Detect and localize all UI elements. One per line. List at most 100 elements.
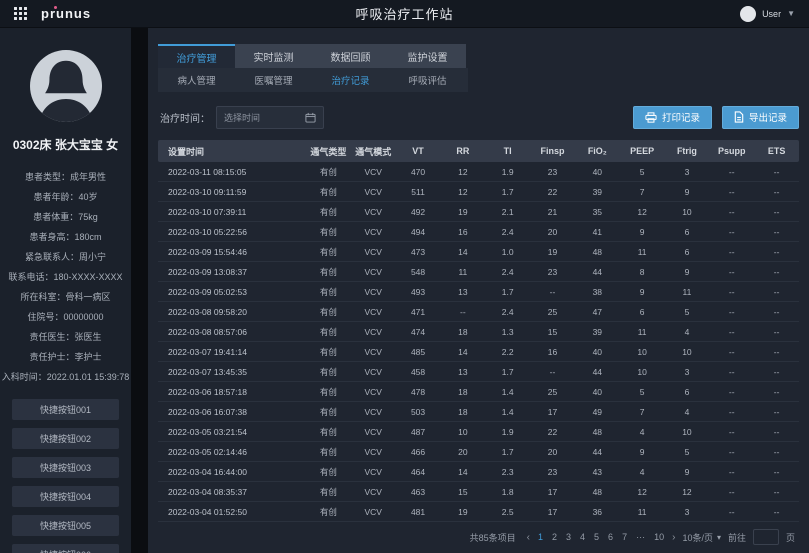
table-row[interactable]: 2022-03-09 13:08:37有创VCV548112.4234489--… <box>158 262 799 282</box>
subtab-治疗记录[interactable]: 治疗记录 <box>312 68 389 92</box>
table-cell: 22 <box>530 427 575 437</box>
table-row[interactable]: 2022-03-08 08:57:06有创VCV474181.31539114-… <box>158 322 799 342</box>
table-body: 2022-03-11 08:15:05有创VCV470121.9234053--… <box>158 162 799 522</box>
app-grid-icon[interactable] <box>14 7 27 20</box>
table-cell: 5 <box>665 447 710 457</box>
table-cell: 2022-03-04 16:44:00 <box>158 467 306 477</box>
table-cell: 6 <box>620 307 665 317</box>
tab-治疗管理[interactable]: 治疗管理 <box>158 44 235 68</box>
quick-button[interactable]: 快捷按钮006 <box>12 544 119 553</box>
page-button-6[interactable]: 6 <box>607 532 614 542</box>
table-cell: 40 <box>575 347 620 357</box>
table-cell: 473 <box>396 247 441 257</box>
tab-数据回顾[interactable]: 数据回顾 <box>312 44 389 68</box>
table-cell: 23 <box>530 167 575 177</box>
user-label: User <box>762 9 781 19</box>
table-row[interactable]: 2022-03-04 16:44:00有创VCV464142.3234349--… <box>158 462 799 482</box>
table-cell: 17 <box>530 507 575 517</box>
table-cell: 2022-03-10 09:11:59 <box>158 187 306 197</box>
print-record-button[interactable]: 打印记录 <box>633 106 712 129</box>
page-title: 呼吸治疗工作站 <box>0 4 809 23</box>
page-button-4[interactable]: 4 <box>579 532 586 542</box>
table-cell: 23 <box>530 267 575 277</box>
table-row[interactable]: 2022-03-07 19:41:14有创VCV485142.216401010… <box>158 342 799 362</box>
table-cell: 481 <box>396 507 441 517</box>
table-row[interactable]: 2022-03-10 05:22:56有创VCV494162.4204196--… <box>158 222 799 242</box>
page-size-label: 10条/页 <box>682 531 713 544</box>
table-cell: 2022-03-05 02:14:46 <box>158 447 306 457</box>
table-row[interactable]: 2022-03-11 08:15:05有创VCV470121.9234053--… <box>158 162 799 182</box>
table-row[interactable]: 2022-03-10 09:11:59有创VCV511121.7223979--… <box>158 182 799 202</box>
table-cell: 3 <box>665 367 710 377</box>
table-cell: -- <box>754 207 799 217</box>
user-avatar <box>740 6 756 22</box>
table-row[interactable]: 2022-03-09 15:54:46有创VCV473141.01948116-… <box>158 242 799 262</box>
table-cell: 14 <box>440 247 485 257</box>
table-cell: VCV <box>351 167 396 177</box>
table-cell: 1.4 <box>485 407 530 417</box>
table-cell: 485 <box>396 347 441 357</box>
table-cell: 478 <box>396 387 441 397</box>
goto-page-input[interactable] <box>753 529 779 545</box>
subtab-病人管理[interactable]: 病人管理 <box>158 68 235 92</box>
table-cell: 2022-03-11 08:15:05 <box>158 167 306 177</box>
page-button-1[interactable]: 1 <box>537 532 544 542</box>
table-cell: VCV <box>351 327 396 337</box>
table-cell: 458 <box>396 367 441 377</box>
date-picker-input[interactable]: 选择时间 <box>216 106 324 129</box>
table-row[interactable]: 2022-03-05 02:14:46有创VCV466201.7204495--… <box>158 442 799 462</box>
quick-button[interactable]: 快捷按钮002 <box>12 428 119 449</box>
export-record-button[interactable]: 导出记录 <box>722 106 799 129</box>
table-cell: 20 <box>530 227 575 237</box>
page-size-select[interactable]: 10条/页 ▾ <box>682 531 721 544</box>
table-row[interactable]: 2022-03-09 05:02:53有创VCV493131.7--38911-… <box>158 282 799 302</box>
column-header: FiO₂ <box>575 146 620 156</box>
chevron-down-icon: ▾ <box>717 533 721 542</box>
table-cell: -- <box>754 327 799 337</box>
page-button-7[interactable]: 7 <box>621 532 628 542</box>
table-row[interactable]: 2022-03-06 16:07:38有创VCV503181.4174974--… <box>158 402 799 422</box>
table-row[interactable]: 2022-03-04 01:52:50有创VCV481192.51736113-… <box>158 502 799 522</box>
subtab-呼吸评估[interactable]: 呼吸评估 <box>389 68 466 92</box>
column-header: Finsp <box>530 146 575 156</box>
table-cell: 471 <box>396 307 441 317</box>
table-cell: 有创 <box>306 326 351 338</box>
patient-info-line: 患者身高：180cm <box>29 227 101 247</box>
user-menu[interactable]: User ▼ <box>740 6 795 22</box>
table-row[interactable]: 2022-03-07 13:45:35有创VCV458131.7--44103-… <box>158 362 799 382</box>
page-button-3[interactable]: 3 <box>565 532 572 542</box>
table-row[interactable]: 2022-03-10 07:39:11有创VCV492192.121351210… <box>158 202 799 222</box>
table-cell: -- <box>754 247 799 257</box>
table-cell: 18 <box>440 327 485 337</box>
table-cell: 1.7 <box>485 367 530 377</box>
table-cell: -- <box>709 187 754 197</box>
tab-监护设置[interactable]: 监护设置 <box>389 44 466 68</box>
table-cell: 466 <box>396 447 441 457</box>
quick-button[interactable]: 快捷按钮003 <box>12 457 119 478</box>
table-row[interactable]: 2022-03-05 03:21:54有创VCV487101.92248410-… <box>158 422 799 442</box>
table-row[interactable]: 2022-03-08 09:58:20有创VCV471--2.4254765--… <box>158 302 799 322</box>
page-button-10[interactable]: 10 <box>653 532 665 542</box>
next-page-button[interactable]: › <box>672 532 675 543</box>
table-cell: 2022-03-10 05:22:56 <box>158 227 306 237</box>
table-cell: -- <box>754 487 799 497</box>
page-button-2[interactable]: 2 <box>551 532 558 542</box>
page-button-5[interactable]: 5 <box>593 532 600 542</box>
tab-实时监测[interactable]: 实时监测 <box>235 44 312 68</box>
table-cell: 2.2 <box>485 347 530 357</box>
prev-page-button[interactable]: ‹ <box>527 532 530 543</box>
subtab-医嘱管理[interactable]: 医嘱管理 <box>235 68 312 92</box>
table-row[interactable]: 2022-03-04 08:35:37有创VCV463151.817481212… <box>158 482 799 502</box>
table-cell: 9 <box>620 287 665 297</box>
print-record-label: 打印记录 <box>662 110 700 124</box>
table-cell: VCV <box>351 187 396 197</box>
quick-button[interactable]: 快捷按钮001 <box>12 399 119 420</box>
table-row[interactable]: 2022-03-06 18:57:18有创VCV478181.4254056--… <box>158 382 799 402</box>
quick-button[interactable]: 快捷按钮004 <box>12 486 119 507</box>
table-cell: 25 <box>530 387 575 397</box>
chevron-down-icon: ▼ <box>787 9 795 18</box>
table-cell: 10 <box>620 367 665 377</box>
table-cell: 10 <box>440 427 485 437</box>
table-cell: 10 <box>665 347 710 357</box>
quick-button[interactable]: 快捷按钮005 <box>12 515 119 536</box>
